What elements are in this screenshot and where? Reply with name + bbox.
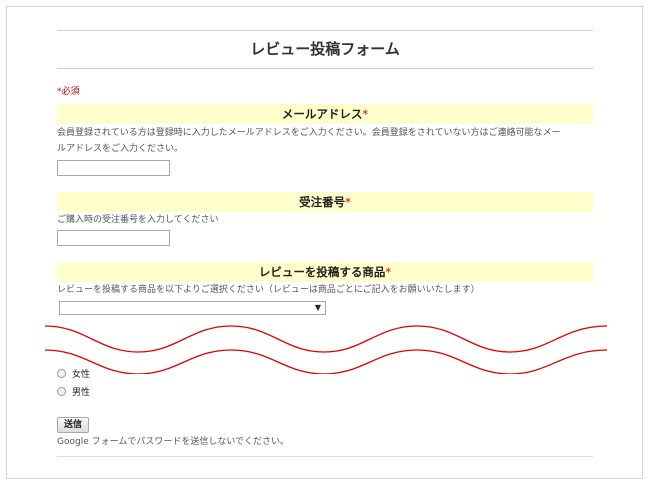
product-help: レビューを投稿する商品を以下よりご選択ください（レビューは商品ごとにご記入をお願… — [57, 285, 480, 295]
order-number-input[interactable] — [57, 230, 170, 246]
order-required-mark: * — [345, 195, 351, 209]
chevron-down-icon: ▼ — [314, 303, 321, 312]
radio-label-male: 男性 — [72, 387, 91, 398]
order-help: ご購入時の受注番号を入力してください — [57, 215, 219, 225]
email-help-line2: ルアドレスをご入力ください。 — [57, 144, 184, 154]
title-divider — [57, 68, 593, 69]
radio-female[interactable] — [57, 368, 66, 378]
order-label: 受注番号 — [299, 195, 346, 209]
page-title: レビュー投稿フォーム — [250, 40, 400, 58]
password-warning: Google フォームでパスワードを送信しないでください。 — [57, 437, 290, 447]
product-section-header: レビューを投稿する商品* — [57, 262, 593, 282]
product-label: レビューを投稿する商品 — [258, 265, 386, 279]
submit-button[interactable]: 送信 — [57, 417, 89, 433]
email-input[interactable] — [57, 160, 170, 176]
form-header: レビュー投稿フォーム — [57, 30, 593, 69]
required-note: *必須 — [57, 87, 80, 97]
email-help: 会員登録されている方は登録時に入力したメールアドレスをご入力ください。会員登録を… — [57, 125, 595, 157]
product-required-mark: * — [385, 265, 392, 279]
email-required-mark: * — [362, 107, 369, 121]
product-select[interactable]: ▼ — [59, 301, 326, 315]
gender-option-male[interactable]: 男性 — [57, 384, 90, 398]
bottom-divider — [57, 456, 593, 457]
gender-option-female[interactable]: 女性 — [57, 366, 90, 380]
email-section-header: メールアドレス* — [57, 104, 593, 124]
wave-cut — [45, 322, 607, 374]
email-help-line1: 会員登録されている方は登録時に入力したメールアドレスをご入力ください。会員登録を… — [57, 128, 561, 138]
email-label: メールアドレス — [281, 107, 363, 121]
order-section-header: 受注番号* — [57, 192, 593, 212]
radio-male[interactable] — [57, 386, 66, 396]
radio-label-female: 女性 — [72, 369, 91, 380]
